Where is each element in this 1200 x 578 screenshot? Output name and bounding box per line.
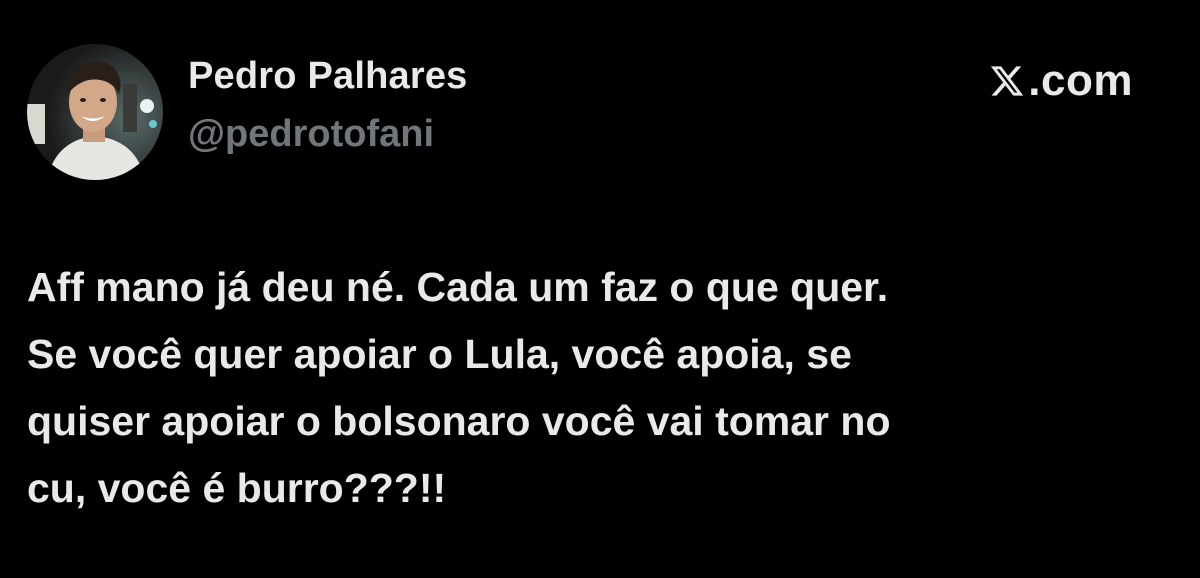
tweet-text: Aff mano já deu né. Cada um faz o que qu… xyxy=(27,254,1147,522)
author-name[interactable]: Pedro Palhares xyxy=(188,55,468,98)
avatar[interactable] xyxy=(27,44,163,180)
tweet-line: cu, você é burro???!! xyxy=(27,465,447,511)
tweet-line: quiser apoiar o bolsonaro você vai tomar… xyxy=(27,398,891,444)
x-logo-icon xyxy=(989,63,1025,99)
brand-domain: .com xyxy=(1028,56,1133,105)
tweet-card: Pedro Palhares @pedrotofani .com Aff man… xyxy=(0,0,1200,578)
author-handle[interactable]: @pedrotofani xyxy=(188,113,434,156)
tweet-line: Aff mano já deu né. Cada um faz o que qu… xyxy=(27,264,889,310)
brand-watermark: .com xyxy=(989,56,1133,106)
profile-photo xyxy=(27,44,163,180)
tweet-line: Se você quer apoiar o Lula, você apoia, … xyxy=(27,331,852,377)
